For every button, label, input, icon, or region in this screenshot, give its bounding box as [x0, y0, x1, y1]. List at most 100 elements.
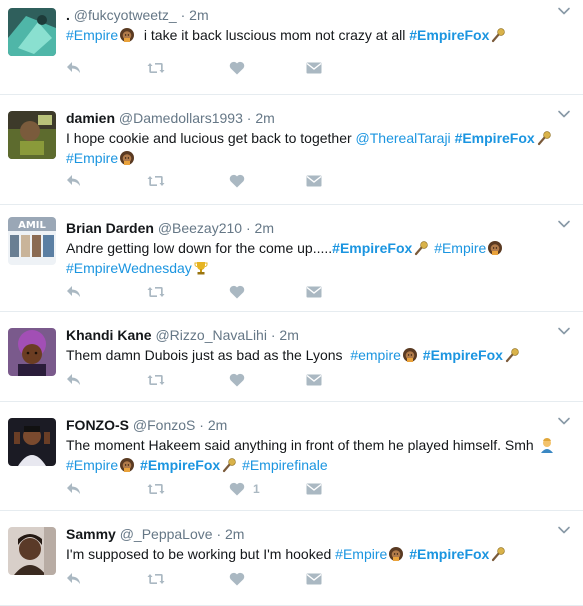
reply-button[interactable] [66, 371, 82, 389]
author-name[interactable]: Sammy [66, 526, 116, 542]
author-handle[interactable]: @FonzoS [133, 417, 195, 433]
tweet-actions [66, 59, 366, 77]
tweet[interactable]: damien @Damedollars1993 · 2m I hope cooki… [0, 95, 583, 205]
tweet-text-segment: i take it back luscious mom not crazy at… [136, 27, 410, 43]
reply-button[interactable] [66, 172, 82, 190]
hashtag-link[interactable]: #EmpireFox [140, 457, 220, 473]
author-name[interactable]: FONZO-S [66, 417, 129, 433]
hashtag-link[interactable]: #EmpireFox [332, 240, 412, 256]
tweet[interactable]: Sammy @_PeppaLove · 2m I'm supposed to be… [0, 511, 583, 606]
chevron-down-icon[interactable] [557, 107, 571, 121]
author-name[interactable]: damien [66, 110, 115, 126]
hashtag-link[interactable]: #EmpireFox [423, 347, 503, 363]
like-button[interactable] [229, 59, 253, 77]
like-button[interactable] [229, 570, 253, 588]
tweet[interactable]: FONZO-S @FonzoS · 2m The moment Hakeem sa… [0, 402, 583, 511]
like-button[interactable] [229, 283, 253, 301]
empire-emoji [487, 240, 503, 256]
microphone-emoji [536, 130, 552, 146]
tweet-timestamp[interactable]: 2m [189, 7, 208, 23]
tweet-timestamp[interactable]: 2m [255, 220, 274, 236]
retweet-icon [147, 285, 165, 299]
retweet-button[interactable] [147, 480, 165, 498]
author-name[interactable]: Brian Darden [66, 220, 154, 236]
hashtag-link[interactable]: #Empire [66, 27, 118, 43]
author-handle[interactable]: @Rizzo_NavaLihi [155, 327, 266, 343]
hashtag-link[interactable]: #Empire [66, 150, 118, 166]
avatar[interactable]: AMIL [8, 217, 56, 265]
avatar[interactable] [8, 8, 56, 56]
heart-icon [229, 285, 245, 299]
tweet-timeline: . @fukcyotweetz_ · 2m #Empire i take it b… [0, 0, 583, 606]
direct-message-button[interactable] [306, 283, 322, 301]
hashtag-link[interactable]: #EmpireFox [409, 27, 489, 43]
like-button[interactable] [229, 371, 253, 389]
separator-dot: · [180, 7, 186, 23]
direct-message-button[interactable] [306, 570, 322, 588]
tweet-text-segment [556, 437, 560, 453]
tweet[interactable]: Khandi Kane @Rizzo_NavaLihi · 2m Them dam… [0, 312, 583, 402]
tweet-timestamp[interactable]: 2m [255, 110, 274, 126]
direct-message-icon [306, 373, 322, 387]
microphone-emoji [413, 240, 429, 256]
author-name[interactable]: Khandi Kane [66, 327, 152, 343]
retweet-icon [147, 373, 165, 387]
tweet-timestamp[interactable]: 2m [225, 526, 244, 542]
hashtag-link[interactable]: #Empire [434, 240, 486, 256]
hashtag-link[interactable]: #EmpireWednesday [66, 260, 192, 276]
tweet-text-segment: I'm supposed to be working but I'm hooke… [66, 546, 336, 562]
tweet-timestamp[interactable]: 2m [279, 327, 298, 343]
tweet-header: . @fukcyotweetz_ · 2m [66, 6, 209, 24]
retweet-button[interactable] [147, 59, 165, 77]
hashtag-link[interactable]: #Empire [335, 546, 387, 562]
retweet-button[interactable] [147, 172, 165, 190]
retweet-button[interactable] [147, 283, 165, 301]
like-button[interactable] [229, 172, 253, 190]
chevron-down-icon[interactable] [557, 414, 571, 428]
reply-button[interactable] [66, 283, 82, 301]
chevron-down-icon[interactable] [557, 324, 571, 338]
avatar[interactable] [8, 111, 56, 159]
avatar[interactable] [8, 328, 56, 376]
microphone-emoji [490, 27, 506, 43]
hashtag-link[interactable]: #Empire [66, 457, 118, 473]
tweet-timestamp[interactable]: 2m [208, 417, 227, 433]
hashtag-link[interactable]: #empire [350, 347, 401, 363]
direct-message-button[interactable] [306, 59, 322, 77]
retweet-button[interactable] [147, 570, 165, 588]
direct-message-icon [306, 61, 322, 75]
direct-message-button[interactable] [306, 371, 322, 389]
author-name[interactable]: . [66, 7, 70, 23]
like-button[interactable]: 1 [229, 480, 260, 498]
avatar[interactable] [8, 418, 56, 466]
chevron-down-icon[interactable] [557, 523, 571, 537]
empire-emoji [388, 546, 404, 562]
tweet-actions [66, 172, 366, 190]
reply-button[interactable] [66, 480, 82, 498]
reply-icon [66, 174, 82, 188]
hashtag-link[interactable]: #EmpireFox [455, 130, 535, 146]
author-handle[interactable]: @Beezay210 [158, 220, 242, 236]
author-handle[interactable]: @fukcyotweetz_ [74, 7, 177, 23]
hashtag-link[interactable]: #Empirefinale [242, 457, 328, 473]
tweet[interactable]: AMIL Brian Darden @Beezay210 · 2m Andre ge… [0, 205, 583, 312]
heart-icon [229, 373, 245, 387]
tweet-header: FONZO-S @FonzoS · 2m [66, 416, 227, 434]
tweet-actions: 1 [66, 480, 366, 498]
retweet-button[interactable] [147, 371, 165, 389]
author-handle[interactable]: @Damedollars1993 [119, 110, 243, 126]
chevron-down-icon[interactable] [557, 4, 571, 18]
reply-button[interactable] [66, 570, 82, 588]
avatar[interactable] [8, 527, 56, 575]
tweet[interactable]: . @fukcyotweetz_ · 2m #Empire i take it b… [0, 0, 583, 95]
heart-icon [229, 61, 245, 75]
author-handle[interactable]: @_PeppaLove [120, 526, 213, 542]
direct-message-button[interactable] [306, 172, 322, 190]
chevron-down-icon[interactable] [557, 217, 571, 231]
mention-link[interactable]: @TherealTaraji [356, 130, 451, 146]
reply-button[interactable] [66, 59, 82, 77]
direct-message-button[interactable] [306, 480, 322, 498]
hashtag-link[interactable]: #EmpireFox [409, 546, 489, 562]
retweet-icon [147, 174, 165, 188]
tweet-text-segment [553, 130, 557, 146]
